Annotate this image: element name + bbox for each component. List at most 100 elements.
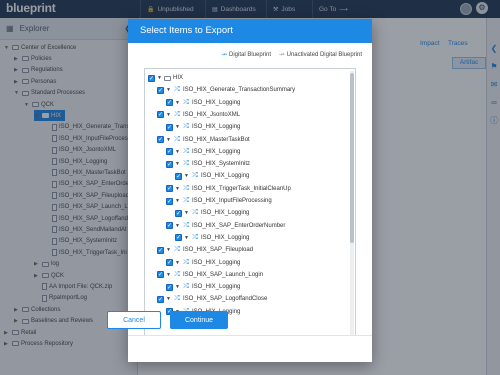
- checkbox[interactable]: ✓: [166, 259, 173, 266]
- expanded-icon[interactable]: ▼: [166, 112, 171, 118]
- unactivated-blueprint-icon: ⤞: [279, 51, 285, 58]
- checkbox[interactable]: ✓: [166, 283, 173, 291]
- checkbox[interactable]: ✓: [157, 136, 164, 143]
- export-list-item[interactable]: ✓ ▼ ⤮ ISO_HIX_MasterTaskBot: [157, 134, 250, 146]
- checkbox[interactable]: ✓: [166, 185, 173, 193]
- export-list-item[interactable]: ✓▼⤮ISO_HIX_Logging: [166, 97, 240, 109]
- export-list-item[interactable]: ✓ ▼ ⤮ ISO_HIX_JsontoXML: [157, 109, 240, 121]
- checkbox[interactable]: ✓: [166, 148, 173, 156]
- blueprint-icon: ⤮: [183, 184, 189, 192]
- expanded-icon[interactable]: ▼: [166, 137, 171, 143]
- export-list-item[interactable]: ✓ ▼ ⤮ ISO_HIX_SAP_LogoffandClose: [157, 293, 267, 305]
- export-list-item[interactable]: ✓ ▼ ⤮ ISO_HIX_Generate_TransactionSummary: [157, 84, 295, 96]
- export-list-item[interactable]: ✓ ▼ ⤮ ISO_HIX_SystemInitz: [166, 158, 250, 170]
- folder-icon: [164, 75, 171, 81]
- export-list-item[interactable]: ✓ ▼ ⤮ ISO_HIX_SAP_Launch_Login: [157, 269, 263, 281]
- export-list-item[interactable]: ✓▼⤮ISO_HIX_Logging: [166, 257, 240, 269]
- checkbox[interactable]: ✓: [157, 111, 164, 119]
- export-item-label: ISO_HIX_Logging: [192, 148, 241, 155]
- checkbox[interactable]: ✓: [157, 86, 164, 94]
- blueprint-icon: ⤮: [174, 270, 180, 278]
- blueprint-icon: ⤮: [174, 110, 180, 118]
- checkbox[interactable]: ✓: [166, 222, 173, 230]
- export-list-item[interactable]: ✓ ▼ ⤮ ISO_HIX_SAP_Fileupload: [157, 244, 253, 256]
- checkbox[interactable]: ✓: [175, 209, 182, 217]
- expanded-icon[interactable]: ▼: [184, 173, 189, 179]
- export-item-label: ISO_HIX_Logging: [192, 259, 241, 266]
- expanded-icon[interactable]: ▼: [157, 75, 162, 81]
- list-scrollbar[interactable]: [350, 71, 354, 335]
- expanded-icon[interactable]: ▼: [175, 284, 180, 290]
- export-item-label: ISO_HIX_Logging: [192, 124, 241, 131]
- expanded-icon[interactable]: ▼: [175, 124, 180, 130]
- export-list-item[interactable]: ✓▼⤮ISO_HIX_Logging: [175, 170, 249, 182]
- export-list-item[interactable]: ✓▼⤮ISO_HIX_Logging: [166, 121, 240, 133]
- checkbox[interactable]: ✓: [166, 123, 173, 131]
- checkbox[interactable]: ✓: [148, 74, 155, 82]
- legend-label: Digital Blueprint: [228, 52, 272, 58]
- expanded-icon[interactable]: ▼: [166, 87, 171, 93]
- checkbox[interactable]: ✓: [175, 234, 182, 242]
- blueprint-icon: ⤮: [192, 209, 198, 217]
- expanded-icon[interactable]: ▼: [175, 100, 180, 106]
- export-list-item[interactable]: ✓ ▼ HIX: [148, 72, 183, 84]
- export-item-label: ISO_HIX_Logging: [201, 173, 250, 180]
- expanded-icon[interactable]: ▼: [175, 198, 180, 204]
- legend-digital-blueprint: ⤞ Digital Blueprint: [221, 51, 271, 59]
- export-list-item[interactable]: ✓▼⤮ISO_HIX_Logging: [175, 232, 249, 244]
- export-list-item[interactable]: ✓▼⤮ISO_HIX_Logging: [166, 146, 240, 158]
- blueprint-icon: ⤮: [183, 98, 189, 106]
- export-item-label: ISO_HIX_Logging: [201, 234, 250, 241]
- blueprint-icon: ⤮: [183, 123, 189, 131]
- checkbox[interactable]: ✓: [157, 295, 164, 303]
- export-item-label: ISO_HIX_TriggerTask_InitialCleanUp: [192, 185, 291, 192]
- expanded-icon[interactable]: ▼: [166, 296, 171, 302]
- cancel-button[interactable]: Cancel: [107, 311, 161, 329]
- checkbox[interactable]: ✓: [166, 99, 173, 107]
- expanded-icon[interactable]: ▼: [175, 186, 180, 192]
- export-item-label: ISO_HIX_Logging: [201, 210, 250, 217]
- expanded-icon[interactable]: ▼: [184, 210, 189, 216]
- blueprint-icon: ⤮: [183, 197, 189, 204]
- expanded-icon[interactable]: ▼: [175, 223, 180, 229]
- checkbox[interactable]: ✓: [166, 160, 173, 168]
- scrollbar-thumb[interactable]: [350, 73, 354, 243]
- blueprint-icon: ⤮: [183, 283, 189, 291]
- expanded-icon[interactable]: ▼: [175, 161, 180, 167]
- expanded-icon[interactable]: ▼: [184, 235, 189, 241]
- expanded-icon[interactable]: ▼: [175, 149, 180, 155]
- blueprint-icon: ⤮: [192, 233, 198, 241]
- export-item-label: ISO_HIX_Logging: [192, 284, 241, 291]
- blueprint-icon: ⤮: [174, 246, 180, 254]
- expanded-icon[interactable]: ▼: [175, 260, 180, 266]
- checkbox[interactable]: ✓: [175, 172, 182, 180]
- export-item-list[interactable]: ✓ ▼ HIX ✓ ▼ ⤮ ISO_HIX_Generate_TransactionSumm…: [144, 68, 356, 336]
- export-list-item[interactable]: ✓ ▼ ⤮ ISO_HIX_InputFileProcessing: [166, 195, 272, 207]
- export-item-label: ISO_HIX_MasterTaskBot: [183, 136, 250, 143]
- export-item-label: ISO_HIX_SAP_Launch_Login: [183, 271, 264, 278]
- expanded-icon[interactable]: ▼: [166, 247, 171, 253]
- blueprint-icon: ⤮: [192, 172, 198, 180]
- export-list-item[interactable]: ✓▼⤮ISO_HIX_Logging: [175, 207, 249, 219]
- expanded-icon[interactable]: ▼: [166, 272, 171, 278]
- checkbox[interactable]: ✓: [157, 246, 164, 254]
- export-list-item[interactable]: ✓ ▼ ⤮ ISO_HIX_TriggerTask_InitialCleanUp: [166, 183, 291, 195]
- checkbox[interactable]: ✓: [166, 197, 173, 205]
- export-item-label: ISO_HIX_Generate_TransactionSummary: [183, 87, 296, 94]
- export-item-label: ISO_HIX_SAP_EnterOrderNumber: [192, 222, 286, 229]
- blueprint-icon: ⤮: [183, 258, 189, 266]
- export-item-label: ISO_HIX_Logging: [192, 99, 241, 106]
- legend-unactivated-blueprint: ⤞ Unactivated Digital Blueprint: [279, 51, 362, 59]
- export-item-label: ISO_HIX_JsontoXML: [183, 111, 241, 118]
- blueprint-icon: ⤮: [174, 135, 180, 143]
- blueprint-icon: ⤮: [183, 160, 189, 168]
- blueprint-icon: ⤮: [183, 147, 189, 155]
- export-list-item[interactable]: ✓▼⤮ISO_HIX_Logging: [166, 281, 240, 293]
- checkbox[interactable]: ✓: [157, 271, 164, 279]
- export-item-label: ISO_HIX_SystemInitz: [192, 161, 251, 168]
- export-list-item[interactable]: ✓ ▼ ⤮ ISO_HIX_SAP_EnterOrderNumber: [166, 220, 285, 232]
- continue-button[interactable]: Continue: [170, 311, 228, 329]
- export-dialog: Select Items to Export ⤞ Digital Bluepri…: [128, 19, 372, 362]
- export-item-label: HIX: [173, 75, 184, 81]
- legend: ⤞ Digital Blueprint ⤞ Unactivated Digita…: [221, 51, 362, 59]
